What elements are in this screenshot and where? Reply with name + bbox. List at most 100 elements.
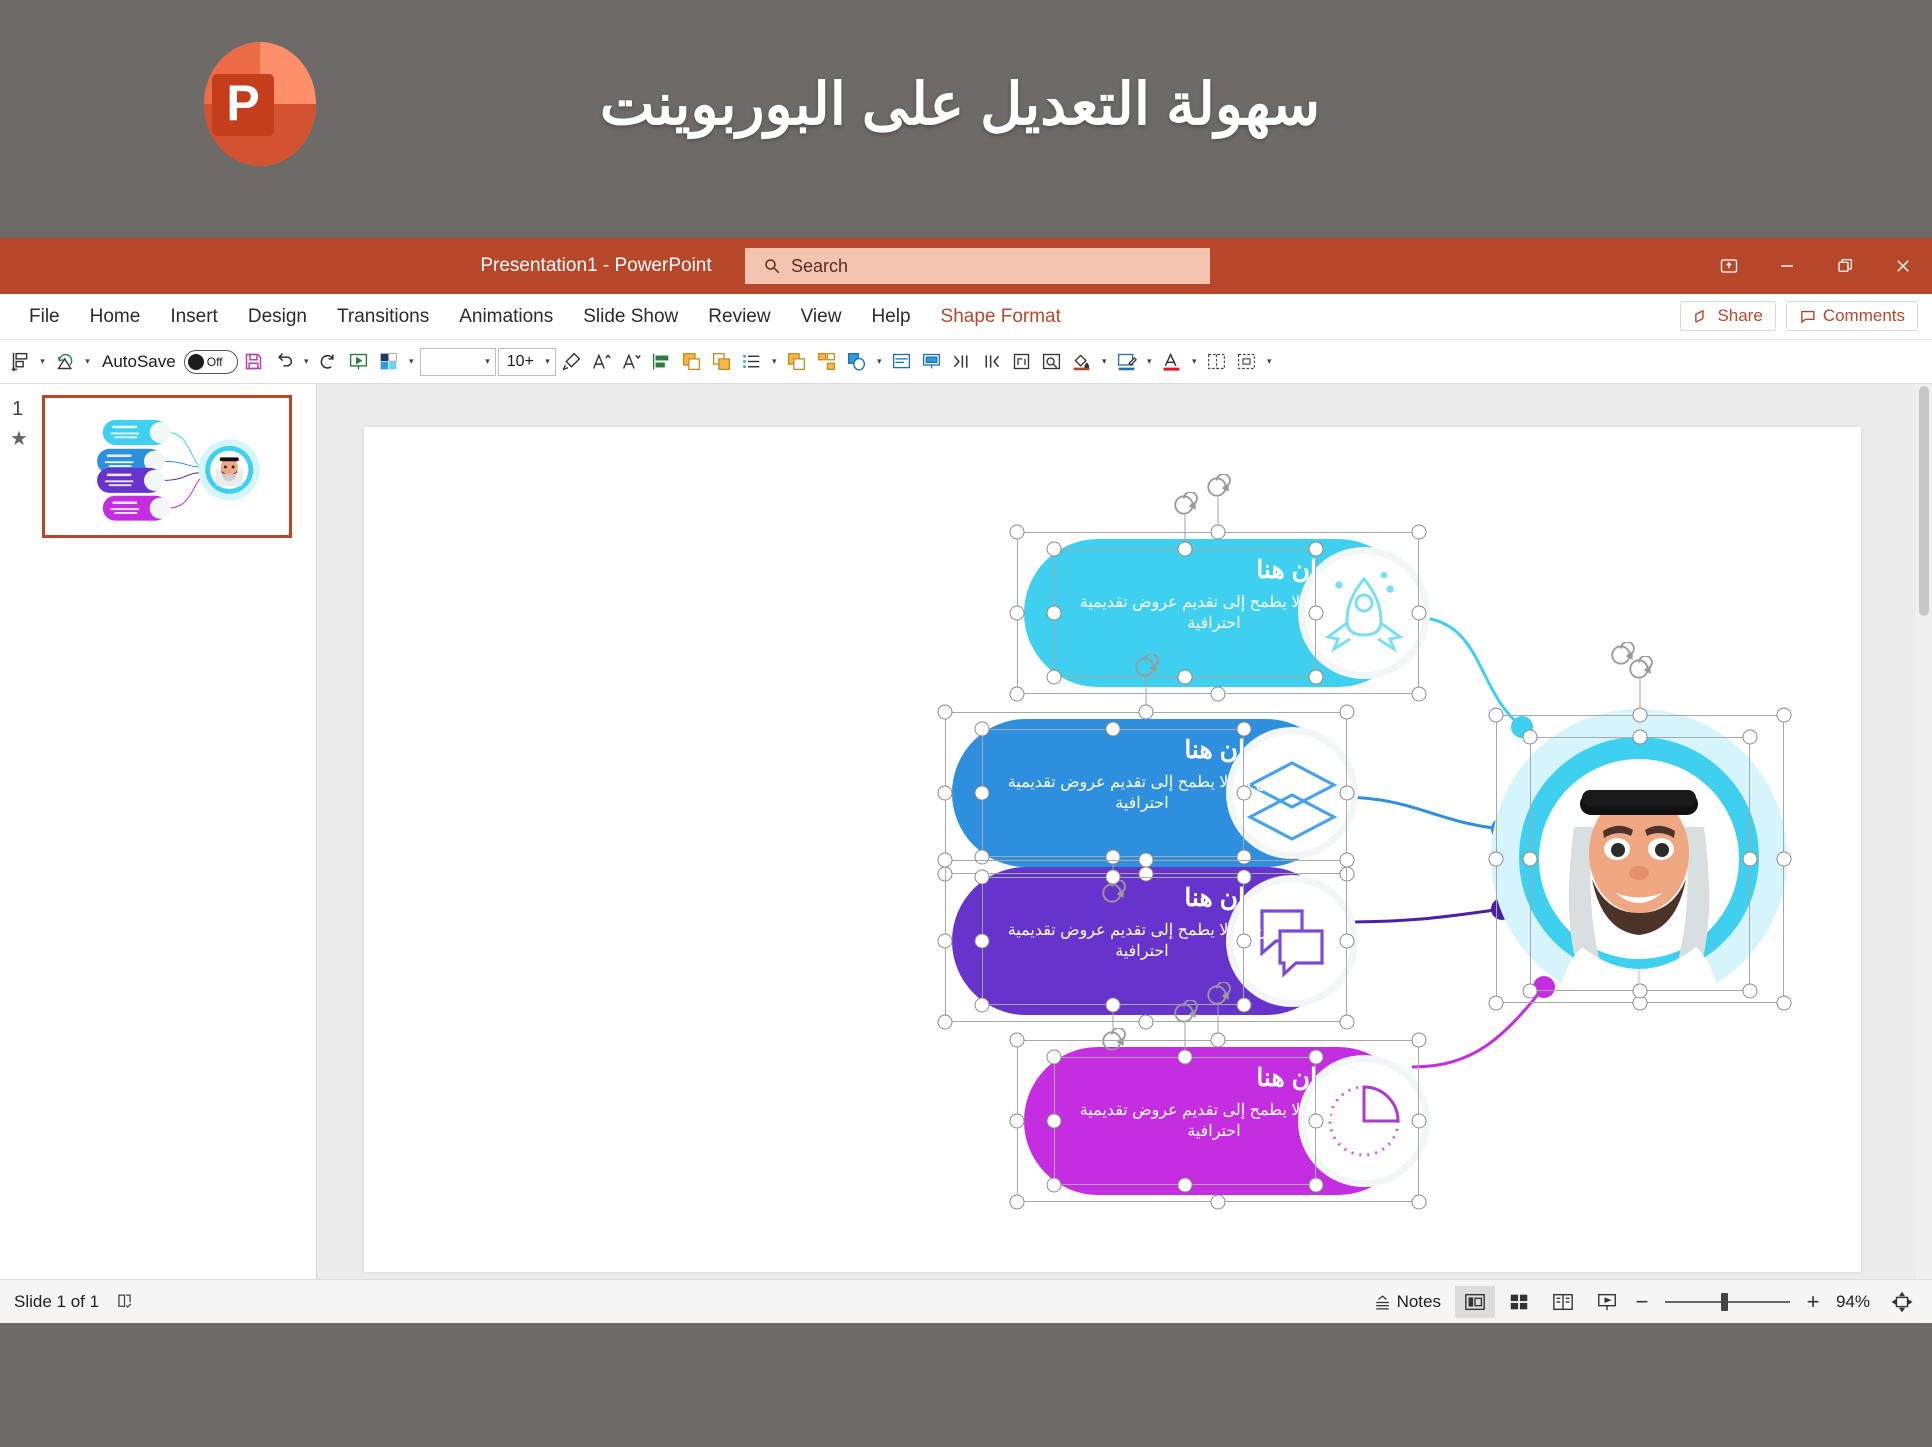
handle-magenta-ml[interactable] <box>1009 1113 1025 1129</box>
handle-blue-mr[interactable] <box>1339 785 1355 801</box>
decrease-indent-icon[interactable] <box>978 346 1006 378</box>
bullets-caret[interactable]: ▾ <box>768 346 781 378</box>
close-button[interactable] <box>1874 238 1932 294</box>
handle-bluetext-bl[interactable] <box>974 849 990 865</box>
handle-cyan-tm[interactable] <box>1210 524 1226 540</box>
handle-cyan-bl[interactable] <box>1009 686 1025 702</box>
vertical-scrollbar[interactable] <box>1916 384 1932 1323</box>
fit-slide-to-window-button[interactable] <box>1882 1286 1922 1318</box>
handle-magentatext-tm[interactable] <box>1177 1049 1193 1065</box>
undo-caret[interactable]: ▾ <box>300 346 313 378</box>
save-icon[interactable] <box>240 346 268 378</box>
tab-design[interactable]: Design <box>233 302 322 332</box>
handle-bluetext-ml[interactable] <box>974 785 990 801</box>
handle-avatarin-bl[interactable] <box>1522 983 1538 999</box>
handle-cyantext-tl[interactable] <box>1046 541 1062 557</box>
restore-button[interactable] <box>1816 238 1874 294</box>
notes-button[interactable]: Notes <box>1363 1292 1451 1312</box>
handle-avatarin-br[interactable] <box>1742 983 1758 999</box>
handle-bluetext-tm[interactable] <box>1105 721 1121 737</box>
handle-purpletext-bm[interactable] <box>1105 997 1121 1013</box>
decrease-font-size-icon[interactable] <box>618 346 646 378</box>
handle-magentatext-br[interactable] <box>1308 1177 1324 1193</box>
handle-magentatext-bm[interactable] <box>1177 1177 1193 1193</box>
handle-cyan-tl[interactable] <box>1009 524 1025 540</box>
send-backward-icon[interactable] <box>708 346 736 378</box>
zoom-out-button[interactable]: − <box>1631 1289 1653 1315</box>
handle-avatarin-mr[interactable] <box>1742 851 1758 867</box>
align-objects-icon[interactable] <box>6 346 34 378</box>
handle-magenta-tr[interactable] <box>1411 1032 1427 1048</box>
handle-cyan-ml[interactable] <box>1009 605 1025 621</box>
tab-view[interactable]: View <box>786 302 857 332</box>
handle-magentatext-tr[interactable] <box>1308 1049 1324 1065</box>
handle-blue-tr[interactable] <box>1339 704 1355 720</box>
undo-icon[interactable] <box>270 346 298 378</box>
tab-file[interactable]: File <box>14 302 75 332</box>
handle-cyantext-bl[interactable] <box>1046 669 1062 685</box>
rotation-handle-magenta[interactable] <box>1205 982 1231 1008</box>
tab-shape-format[interactable]: Shape Format <box>926 302 1076 332</box>
slide-canvas[interactable]: العنوان هنا من منا لا يطمح إلى تقديم عرو… <box>364 427 1861 1272</box>
handle-cyantext-mr[interactable] <box>1308 605 1324 621</box>
handle-avatar-tr[interactable] <box>1776 707 1792 723</box>
handle-avatar-br[interactable] <box>1776 995 1792 1011</box>
selection-pane-icon[interactable] <box>1038 346 1066 378</box>
tab-transitions[interactable]: Transitions <box>322 302 444 332</box>
tab-help[interactable]: Help <box>856 302 925 332</box>
handle-purple-bl[interactable] <box>937 1014 953 1030</box>
rotation-handle-cyan[interactable] <box>1205 474 1231 500</box>
search-input[interactable]: Search <box>745 248 1210 284</box>
tab-insert[interactable]: Insert <box>155 302 233 332</box>
increase-indent-icon[interactable] <box>948 346 976 378</box>
handle-avatar-bl[interactable] <box>1488 995 1504 1011</box>
handle-purple-tr[interactable] <box>1339 852 1355 868</box>
handle-avatar-tm[interactable] <box>1632 707 1648 723</box>
handle-avatarin-ml[interactable] <box>1522 851 1538 867</box>
bring-forward-icon[interactable] <box>678 346 706 378</box>
handle-magenta-bm[interactable] <box>1210 1194 1226 1210</box>
handle-magenta-bl[interactable] <box>1009 1194 1025 1210</box>
handle-purpletext-br[interactable] <box>1236 997 1252 1013</box>
scrollbar-thumb[interactable] <box>1919 386 1929 616</box>
handle-purpletext-bl[interactable] <box>974 997 990 1013</box>
handle-avatarin-tr[interactable] <box>1742 729 1758 745</box>
handle-purple-tl[interactable] <box>937 852 953 868</box>
font-color-caret[interactable]: ▾ <box>1188 346 1201 378</box>
shape-outline-caret[interactable]: ▾ <box>1143 346 1156 378</box>
handle-blue-br[interactable] <box>1339 866 1355 882</box>
tab-slide-show[interactable]: Slide Show <box>568 302 693 332</box>
handle-purple-ml[interactable] <box>937 933 953 949</box>
handle-cyan-br[interactable] <box>1411 686 1427 702</box>
handle-cyan-bm[interactable] <box>1210 686 1226 702</box>
handle-blue-bm[interactable] <box>1138 866 1154 882</box>
rotation-handle-avatar-inner[interactable] <box>1609 642 1635 668</box>
start-slideshow-icon[interactable] <box>345 346 373 378</box>
increase-font-size-icon[interactable] <box>588 346 616 378</box>
handle-blue-tm[interactable] <box>1138 704 1154 720</box>
handle-blue-bl[interactable] <box>937 866 953 882</box>
size-icon[interactable] <box>1233 346 1261 378</box>
handle-avatarin-tl[interactable] <box>1522 729 1538 745</box>
handle-purple-bm[interactable] <box>1138 1014 1154 1030</box>
handle-purpletext-tm[interactable] <box>1105 869 1121 885</box>
handle-avatarin-bm[interactable] <box>1632 983 1648 999</box>
handle-purpletext-mr[interactable] <box>1236 933 1252 949</box>
tab-home[interactable]: Home <box>75 302 156 332</box>
slide-thumbnail-1[interactable] <box>42 395 292 538</box>
align-objects-caret[interactable]: ▾ <box>36 346 49 378</box>
rotation-handle-blue[interactable] <box>1133 654 1159 680</box>
handle-blue-ml[interactable] <box>937 785 953 801</box>
handle-purpletext-ml[interactable] <box>974 933 990 949</box>
card-purple-text[interactable]: العنوان هنا من منا لا يطمح إلى تقديم عرو… <box>992 884 1292 963</box>
shape-outline-icon[interactable] <box>1113 346 1141 378</box>
card-magenta-text[interactable]: العنوان هنا من منا لا يطمح إلى تقديم عرو… <box>1064 1064 1364 1143</box>
card-blue-text[interactable]: العنوان هنا من منا لا يطمح إلى تقديم عرو… <box>992 736 1292 815</box>
rotation-handle-purple-text[interactable] <box>1100 1028 1126 1054</box>
handle-avatar-tl[interactable] <box>1488 707 1504 723</box>
insert-placeholder-icon[interactable] <box>918 346 946 378</box>
text-box-icon[interactable] <box>888 346 916 378</box>
rotate-objects-caret[interactable]: ▾ <box>81 346 94 378</box>
handle-purple-tm[interactable] <box>1138 852 1154 868</box>
handle-purple-br[interactable] <box>1339 1014 1355 1030</box>
